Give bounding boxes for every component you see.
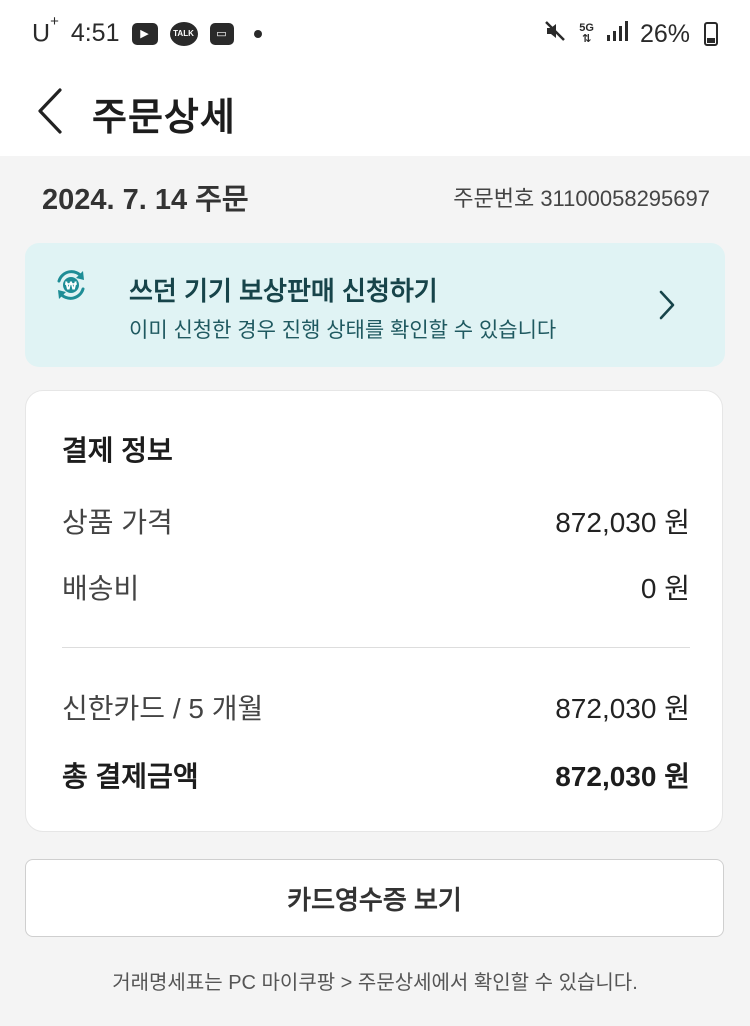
payment-info-card: 결제 정보 상품 가격 872,030 원 배송비 0 원 신한카드 / 5 개…: [25, 390, 723, 832]
row-value: 872,030 원: [555, 693, 690, 724]
row-value: 872,030 원: [555, 507, 690, 538]
tradein-title: 쓰던 기기 보상판매 신청하기: [129, 276, 438, 306]
card-receipt-button[interactable]: 카드영수증 보기: [25, 859, 724, 937]
order-info-row: 2024. 7. 14 주문 주문번호 31100058295697: [42, 176, 710, 218]
youtube-icon: ▶: [131, 22, 158, 45]
back-button[interactable]: [30, 84, 70, 138]
row-label: 상품 가격: [62, 507, 173, 538]
total-value: 872,030 원: [555, 761, 690, 792]
notification-app-icon: ▭: [209, 22, 234, 45]
footer-note: 거래명세표는 PC 마이쿠팡 > 주문상세에서 확인할 수 있습니다.: [112, 972, 638, 994]
payment-title: 결제 정보: [62, 435, 173, 466]
trade-in-won-icon: ₩: [57, 270, 85, 300]
divider: [62, 647, 690, 648]
card-payment-row: 신한카드 / 5 개월 872,030 원: [62, 687, 690, 727]
more-notifications-icon: [253, 29, 262, 38]
kakaotalk-icon: TALK: [169, 21, 198, 46]
chevron-left-icon: [38, 88, 62, 134]
mute-icon: [543, 19, 567, 50]
order-number: 주문번호 31100058295697: [453, 186, 710, 211]
carrier-label: U+: [32, 13, 59, 48]
signal-icon: [606, 20, 628, 49]
status-bar-left: U+ 4:51 ▶ TALK ▭: [32, 13, 262, 48]
row-label: 신한카드 / 5 개월: [62, 693, 264, 724]
network-5g-icon: 5G ⇅: [579, 22, 594, 45]
order-date: 2024. 7. 14 주문: [42, 184, 249, 216]
status-bar-right: 5G ⇅ 26%: [543, 19, 718, 50]
app-header: 주문상세: [0, 68, 750, 156]
product-price-row: 상품 가격 872,030 원: [62, 501, 690, 541]
tradein-subtitle: 이미 신청한 경우 진행 상태를 확인할 수 있습니다: [129, 319, 557, 342]
page-title: 주문상세: [92, 97, 236, 139]
row-value: 0 원: [640, 573, 690, 604]
tradein-banner[interactable]: ₩ 쓰던 기기 보상판매 신청하기 이미 신청한 경우 진행 상태를 확인할 수…: [25, 243, 725, 367]
battery-icon: [704, 22, 718, 46]
status-bar: U+ 4:51 ▶ TALK ▭ 5G ⇅ 26%: [0, 0, 750, 68]
shipping-fee-row: 배송비 0 원: [62, 567, 690, 607]
total-label: 총 결제금액: [62, 761, 199, 792]
clock: 4:51: [70, 19, 120, 48]
total-payment-row: 총 결제금액 872,030 원: [62, 755, 690, 795]
battery-percent: 26%: [639, 19, 690, 48]
row-label: 배송비: [62, 573, 140, 604]
chevron-right-icon: [659, 290, 675, 320]
svg-text:₩: ₩: [65, 280, 77, 293]
